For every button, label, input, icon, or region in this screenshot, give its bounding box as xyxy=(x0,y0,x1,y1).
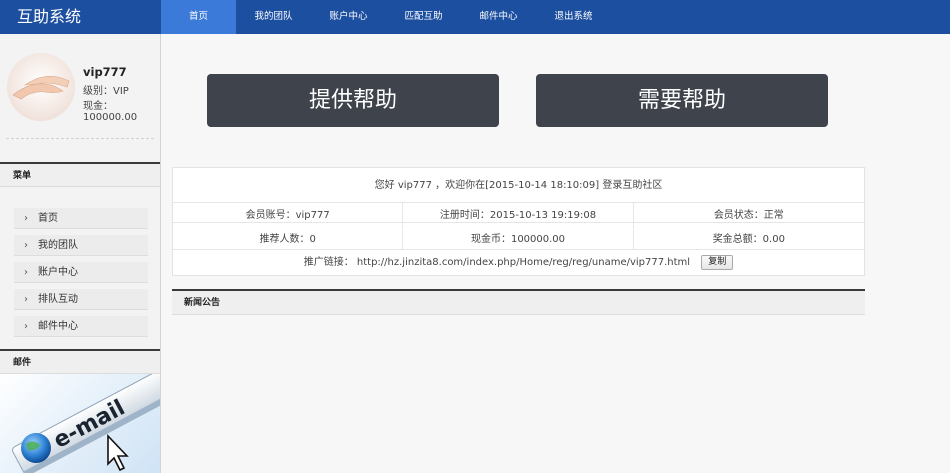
hands-image-icon xyxy=(12,75,70,100)
top-navbar: 互助系统 首页 我的团队 账户中心 匹配互助 邮件中心 退出系统 xyxy=(0,0,950,34)
member-account: 会员账号：vip777 xyxy=(173,203,404,229)
chevron-right-icon: › xyxy=(24,267,28,278)
nav-home[interactable]: 首页 xyxy=(161,0,236,34)
nav-match-help[interactable]: 匹配互助 xyxy=(386,0,461,34)
member-status: 会员状态：正常 xyxy=(713,210,784,221)
chevron-right-icon: › xyxy=(24,294,28,305)
nav-logout[interactable]: 退出系统 xyxy=(536,0,611,34)
chevron-right-icon: › xyxy=(24,240,28,251)
username: vip777 xyxy=(83,65,127,79)
info-row: 会员账号：vip777 注册时间：2015-10-13 19:19:08 会员状… xyxy=(173,203,864,229)
provide-help-button[interactable]: 提供帮助 xyxy=(207,74,499,127)
copy-button[interactable]: 复制 xyxy=(701,255,734,270)
nav-my-team[interactable]: 我的团队 xyxy=(236,0,311,34)
sidebar-item-label: 账户中心 xyxy=(38,267,78,278)
sidebar-item-label: 邮件中心 xyxy=(38,321,78,332)
need-help-button[interactable]: 需要帮助 xyxy=(536,74,828,127)
welcome-message: 您好 vip777 ，欢迎你在[2015-10-14 18:10:09] 登录互… xyxy=(173,168,864,203)
sidebar-menu: › 首页 › 我的团队 › 账户中心 › 排队互动 › 邮件中心 xyxy=(14,208,148,343)
info-row: 推荐人数：0 现金币：100000.00 奖金总额：0.00 xyxy=(173,230,864,250)
menu-heading: 菜单 xyxy=(0,162,160,187)
main-nav: 首页 我的团队 账户中心 匹配互助 邮件中心 退出系统 xyxy=(161,0,611,34)
left-sidebar: vip777 级别：VIP 现金： 100000.00 菜单 › 首页 › 我的… xyxy=(0,34,161,473)
cash-label: 现金： xyxy=(83,101,113,112)
sidebar-item-label: 排队互动 xyxy=(38,294,78,305)
avatar xyxy=(7,53,75,121)
chevron-right-icon: › xyxy=(24,213,28,224)
user-profile: vip777 级别：VIP 现金： 100000.00 xyxy=(0,34,160,140)
cash-value: 100000.00 xyxy=(83,112,138,123)
chevron-right-icon: › xyxy=(24,321,28,332)
email-banner[interactable]: e-mail xyxy=(0,374,160,473)
register-time: 注册时间：2015-10-13 19:19:08 xyxy=(403,203,634,229)
promo-link-line: 推广链接： http://hz.jinzita8.com/index.php/H… xyxy=(173,250,864,276)
referral-count: 推荐人数：0 xyxy=(173,230,404,249)
member-info-panel: 您好 vip777 ，欢迎你在[2015-10-14 18:10:09] 登录互… xyxy=(172,167,865,276)
cash-coins: 现金币：100000.00 xyxy=(403,230,634,249)
news-heading: 新闻公告 xyxy=(172,289,865,315)
cursor-arrow-icon xyxy=(107,433,129,472)
user-level: 级别：VIP xyxy=(83,86,129,97)
promo-link-url[interactable]: http://hz.jinzita8.com/index.php/Home/re… xyxy=(357,257,690,268)
sidebar-item-label: 首页 xyxy=(38,213,58,224)
promo-link-label: 推广链接： xyxy=(303,257,354,268)
sidebar-item-mail-center[interactable]: › 邮件中心 xyxy=(14,316,148,337)
nav-account-center[interactable]: 账户中心 xyxy=(311,0,386,34)
bonus-total: 奖金总额：0.00 xyxy=(712,234,785,245)
sidebar-item-home[interactable]: › 首页 xyxy=(14,208,148,229)
nav-mail-center[interactable]: 邮件中心 xyxy=(461,0,536,34)
brand-title: 互助系统 xyxy=(17,7,82,26)
sidebar-item-queue-interaction[interactable]: › 排队互动 xyxy=(14,289,148,310)
divider xyxy=(6,138,154,139)
sidebar-item-my-team[interactable]: › 我的团队 xyxy=(14,235,148,256)
sidebar-item-account-center[interactable]: › 账户中心 xyxy=(14,262,148,283)
sidebar-item-label: 我的团队 xyxy=(38,240,78,251)
email-banner-graphic: e-mail xyxy=(12,374,160,473)
mail-heading: 邮件 xyxy=(0,349,160,374)
